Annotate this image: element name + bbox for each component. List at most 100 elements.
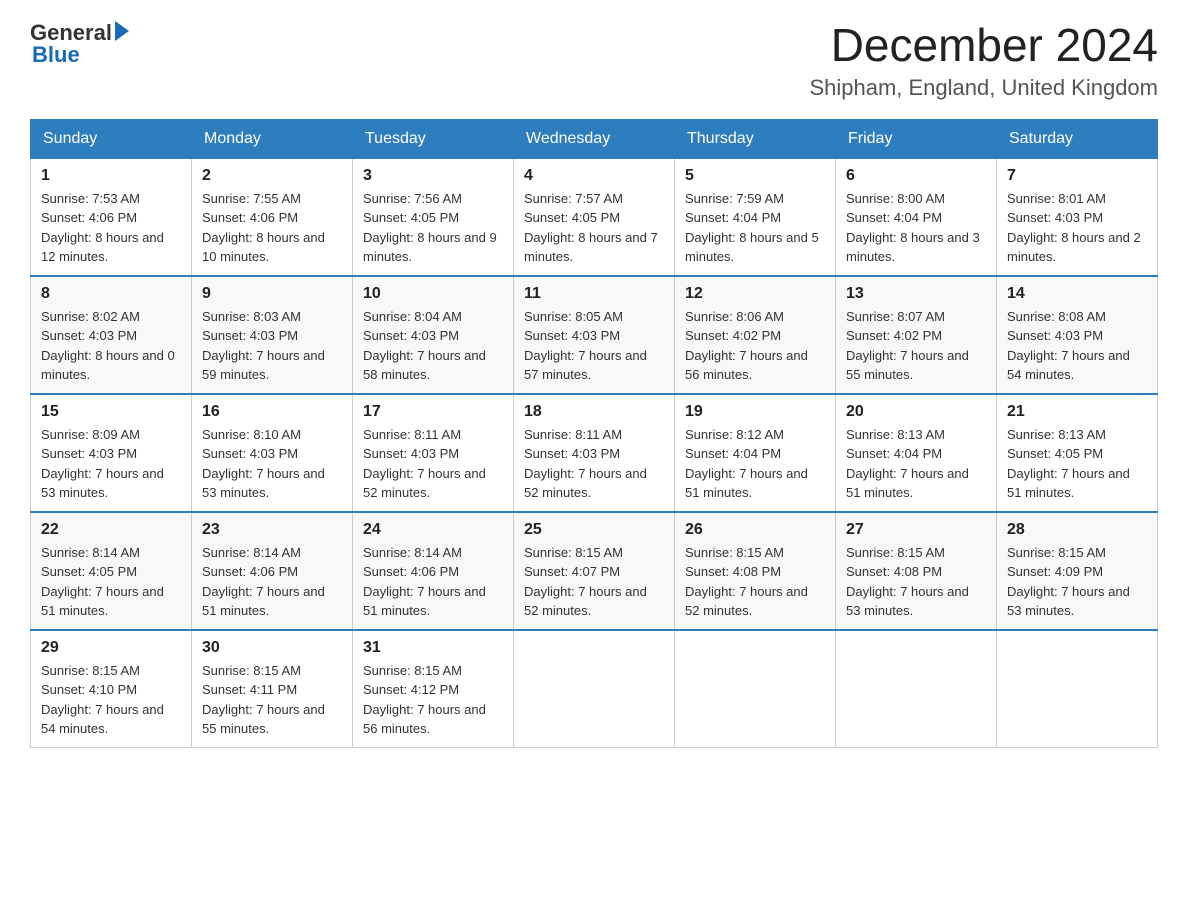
day-info: Sunrise: 8:14 AMSunset: 4:06 PMDaylight:… [202,543,342,621]
calendar-cell: 3 Sunrise: 7:56 AMSunset: 4:05 PMDaylight… [353,158,514,276]
day-number: 6 [846,167,986,185]
calendar-cell: 23 Sunrise: 8:14 AMSunset: 4:06 PMDayligh… [192,512,353,630]
calendar-cell: 7 Sunrise: 8:01 AMSunset: 4:03 PMDaylight… [997,158,1158,276]
day-number: 10 [363,285,503,303]
day-number: 1 [41,167,181,185]
day-info: Sunrise: 8:03 AMSunset: 4:03 PMDaylight:… [202,307,342,385]
day-info: Sunrise: 7:55 AMSunset: 4:06 PMDaylight:… [202,189,342,267]
calendar-week-row: 8 Sunrise: 8:02 AMSunset: 4:03 PMDaylight… [31,276,1158,394]
day-number: 3 [363,167,503,185]
calendar-cell: 17 Sunrise: 8:11 AMSunset: 4:03 PMDayligh… [353,394,514,512]
subtitle: Shipham, England, United Kingdom [809,75,1158,101]
day-number: 9 [202,285,342,303]
calendar-cell: 12Sunrise: 8:06 AMSunset: 4:02 PMDayligh… [675,276,836,394]
day-number: 4 [524,167,664,185]
day-info: Sunrise: 8:12 AMSunset: 4:04 PMDaylight:… [685,425,825,503]
calendar-cell: 13Sunrise: 8:07 AMSunset: 4:02 PMDayligh… [836,276,997,394]
calendar-cell: 14 Sunrise: 8:08 AMSunset: 4:03 PMDayligh… [997,276,1158,394]
calendar-cell: 16Sunrise: 8:10 AMSunset: 4:03 PMDayligh… [192,394,353,512]
calendar-cell: 9 Sunrise: 8:03 AMSunset: 4:03 PMDaylight… [192,276,353,394]
calendar-cell: 5 Sunrise: 7:59 AMSunset: 4:04 PMDaylight… [675,158,836,276]
header-row: Sunday Monday Tuesday Wednesday Thursday… [31,119,1158,158]
calendar-cell [514,630,675,748]
day-info: Sunrise: 8:15 AMSunset: 4:08 PMDaylight:… [846,543,986,621]
day-number: 16 [202,403,342,421]
calendar-cell: 31Sunrise: 8:15 AMSunset: 4:12 PMDayligh… [353,630,514,748]
calendar-cell: 25 Sunrise: 8:15 AMSunset: 4:07 PMDayligh… [514,512,675,630]
calendar-cell: 11 Sunrise: 8:05 AMSunset: 4:03 PMDayligh… [514,276,675,394]
day-number: 30 [202,639,342,657]
day-number: 5 [685,167,825,185]
calendar-table: Sunday Monday Tuesday Wednesday Thursday… [30,119,1158,748]
header: General Blue December 2024 Shipham, Engl… [30,20,1158,101]
day-number: 8 [41,285,181,303]
day-info: Sunrise: 8:05 AMSunset: 4:03 PMDaylight:… [524,307,664,385]
day-info: Sunrise: 7:57 AMSunset: 4:05 PMDaylight:… [524,189,664,267]
calendar-cell: 2 Sunrise: 7:55 AMSunset: 4:06 PMDaylight… [192,158,353,276]
calendar-cell: 18Sunrise: 8:11 AMSunset: 4:03 PMDayligh… [514,394,675,512]
calendar-cell: 4 Sunrise: 7:57 AMSunset: 4:05 PMDaylight… [514,158,675,276]
calendar-cell: 27 Sunrise: 8:15 AMSunset: 4:08 PMDayligh… [836,512,997,630]
logo-blue: Blue [32,42,80,68]
logo: General Blue [30,20,129,68]
col-monday: Monday [192,119,353,158]
col-tuesday: Tuesday [353,119,514,158]
day-number: 27 [846,521,986,539]
calendar-cell: 8 Sunrise: 8:02 AMSunset: 4:03 PMDaylight… [31,276,192,394]
day-info: Sunrise: 8:15 AMSunset: 4:07 PMDaylight:… [524,543,664,621]
main-title: December 2024 [809,20,1158,71]
day-number: 22 [41,521,181,539]
day-number: 23 [202,521,342,539]
day-info: Sunrise: 7:56 AMSunset: 4:05 PMDaylight:… [363,189,503,267]
calendar-cell: 22Sunrise: 8:14 AMSunset: 4:05 PMDayligh… [31,512,192,630]
calendar-cell: 30 Sunrise: 8:15 AMSunset: 4:11 PMDayligh… [192,630,353,748]
day-info: Sunrise: 8:02 AMSunset: 4:03 PMDaylight:… [41,307,181,385]
day-info: Sunrise: 8:15 AMSunset: 4:09 PMDaylight:… [1007,543,1147,621]
day-number: 29 [41,639,181,657]
calendar-cell [675,630,836,748]
col-friday: Friday [836,119,997,158]
col-saturday: Saturday [997,119,1158,158]
logo-arrow-icon [115,21,129,41]
col-sunday: Sunday [31,119,192,158]
calendar-cell: 6Sunrise: 8:00 AMSunset: 4:04 PMDaylight… [836,158,997,276]
day-info: Sunrise: 8:15 AMSunset: 4:10 PMDaylight:… [41,661,181,739]
day-info: Sunrise: 8:11 AMSunset: 4:03 PMDaylight:… [363,425,503,503]
day-number: 15 [41,403,181,421]
day-number: 11 [524,285,664,303]
day-info: Sunrise: 7:59 AMSunset: 4:04 PMDaylight:… [685,189,825,267]
day-info: Sunrise: 8:15 AMSunset: 4:11 PMDaylight:… [202,661,342,739]
calendar-cell: 1 Sunrise: 7:53 AMSunset: 4:06 PMDaylight… [31,158,192,276]
day-info: Sunrise: 8:15 AMSunset: 4:08 PMDaylight:… [685,543,825,621]
calendar-cell: 26 Sunrise: 8:15 AMSunset: 4:08 PMDayligh… [675,512,836,630]
day-info: Sunrise: 8:13 AMSunset: 4:05 PMDaylight:… [1007,425,1147,503]
day-info: Sunrise: 8:11 AMSunset: 4:03 PMDaylight:… [524,425,664,503]
day-number: 2 [202,167,342,185]
day-info: Sunrise: 8:04 AMSunset: 4:03 PMDaylight:… [363,307,503,385]
day-number: 24 [363,521,503,539]
day-info: Sunrise: 8:15 AMSunset: 4:12 PMDaylight:… [363,661,503,739]
day-info: Sunrise: 8:13 AMSunset: 4:04 PMDaylight:… [846,425,986,503]
calendar-cell: 19 Sunrise: 8:12 AMSunset: 4:04 PMDayligh… [675,394,836,512]
day-info: Sunrise: 8:06 AMSunset: 4:02 PMDaylight:… [685,307,825,385]
calendar-cell: 28Sunrise: 8:15 AMSunset: 4:09 PMDayligh… [997,512,1158,630]
calendar-cell: 29 Sunrise: 8:15 AMSunset: 4:10 PMDayligh… [31,630,192,748]
day-number: 25 [524,521,664,539]
calendar-week-row: 29 Sunrise: 8:15 AMSunset: 4:10 PMDayligh… [31,630,1158,748]
day-number: 20 [846,403,986,421]
day-number: 19 [685,403,825,421]
day-info: Sunrise: 8:09 AMSunset: 4:03 PMDaylight:… [41,425,181,503]
calendar-cell: 21 Sunrise: 8:13 AMSunset: 4:05 PMDayligh… [997,394,1158,512]
day-info: Sunrise: 8:14 AMSunset: 4:06 PMDaylight:… [363,543,503,621]
day-info: Sunrise: 7:53 AMSunset: 4:06 PMDaylight:… [41,189,181,267]
day-info: Sunrise: 8:01 AMSunset: 4:03 PMDaylight:… [1007,189,1147,267]
calendar-cell [997,630,1158,748]
day-number: 14 [1007,285,1147,303]
col-thursday: Thursday [675,119,836,158]
day-number: 7 [1007,167,1147,185]
day-number: 26 [685,521,825,539]
day-number: 21 [1007,403,1147,421]
calendar-cell: 10 Sunrise: 8:04 AMSunset: 4:03 PMDayligh… [353,276,514,394]
day-number: 17 [363,403,503,421]
day-info: Sunrise: 8:08 AMSunset: 4:03 PMDaylight:… [1007,307,1147,385]
